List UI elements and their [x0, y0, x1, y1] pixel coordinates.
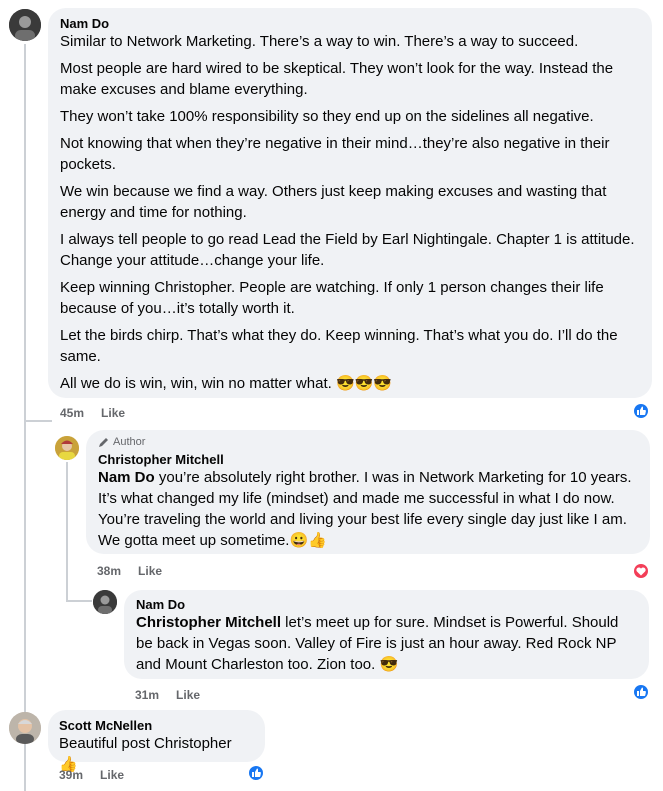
comment-body: Nam Do you’re absolutely right brother. … — [98, 467, 638, 551]
comment-bubble: Nam Do Similar to Network Marketing. The… — [48, 8, 652, 398]
comment-timestamp[interactable]: 38m — [97, 564, 121, 578]
comment-timestamp[interactable]: 31m — [135, 688, 159, 702]
avatar[interactable] — [9, 712, 41, 744]
avatar[interactable] — [55, 436, 79, 460]
comment-paragraph: Let the birds chirp. That’s what they do… — [60, 327, 618, 365]
comment-bubble: Nam Do Christopher Mitchell let’s meet u… — [124, 590, 649, 679]
avatar-photo-icon — [9, 712, 41, 744]
comment-paragraph: Not knowing that when they’re negative i… — [60, 135, 610, 173]
author-badge: Author — [98, 436, 638, 448]
comment-body: Christopher Mitchell let’s meet up for s… — [136, 612, 637, 675]
avatar-photo-icon — [9, 9, 41, 41]
like-button[interactable]: Like — [101, 406, 125, 420]
comment-author[interactable]: Christopher Mitchell — [98, 452, 638, 467]
comment-paragraph: Keep winning Christopher. People are wat… — [60, 279, 604, 317]
avatar[interactable] — [9, 9, 41, 41]
thread-line-main — [24, 44, 26, 791]
pencil-icon — [99, 438, 108, 447]
heart-icon — [636, 567, 646, 576]
comment-bubble: Author Christopher Mitchell Nam Do you’r… — [86, 430, 650, 554]
comment-paragraph: We win because we find a way. Others jus… — [60, 183, 607, 221]
comment-text: you’re absolutely right brother. I was i… — [98, 469, 632, 549]
like-reaction-icon[interactable] — [632, 402, 650, 420]
comment-meta: 31m Like — [135, 688, 200, 702]
like-button[interactable]: Like — [176, 688, 200, 702]
like-reaction-icon[interactable] — [247, 764, 265, 782]
comment-timestamp[interactable]: 45m — [60, 406, 84, 420]
thread-connector-reply-2 — [66, 600, 92, 602]
love-reaction-icon[interactable] — [632, 562, 650, 580]
thread-line-reply — [66, 462, 68, 602]
comment-author[interactable]: Nam Do — [60, 16, 640, 31]
comment-bubble: Scott McNellen Beautiful post Christophe… — [48, 710, 265, 773]
comment-paragraph: All we do is win, win, win no matter wha… — [60, 375, 392, 392]
comment-paragraph: Similar to Network Marketing. There’s a … — [60, 33, 579, 50]
mention-link[interactable]: Nam Do — [98, 469, 155, 486]
comment-body: Similar to Network Marketing. There’s a … — [60, 31, 640, 394]
comment-paragraph: Most people are hard wired to be skeptic… — [60, 60, 614, 98]
comment-author[interactable]: Scott McNellen — [59, 718, 254, 733]
comment-meta: 45m Like — [60, 406, 125, 420]
thumbs-up-icon — [637, 687, 646, 696]
comment-author[interactable]: Nam Do — [136, 597, 637, 612]
author-badge-label: Author — [113, 436, 146, 448]
comment-meta: 38m Like — [97, 564, 162, 578]
like-button[interactable]: Like — [138, 564, 162, 578]
comment-meta: 39m Like — [59, 768, 124, 782]
comment-paragraph: They won’t take 100% responsibility so t… — [60, 108, 594, 125]
mention-link[interactable]: Christopher Mitchell — [136, 614, 281, 631]
like-button[interactable]: Like — [100, 768, 124, 782]
avatar-photo-icon — [93, 590, 117, 614]
thumbs-up-icon — [252, 768, 261, 777]
thumbs-up-icon — [637, 406, 646, 415]
thread-connector-reply-1 — [24, 420, 52, 422]
comment-timestamp[interactable]: 39m — [59, 768, 83, 782]
like-reaction-icon[interactable] — [632, 683, 650, 701]
avatar-photo-icon — [55, 436, 79, 460]
avatar[interactable] — [93, 590, 117, 614]
comment-paragraph: I always tell people to go read Lead the… — [60, 231, 635, 269]
